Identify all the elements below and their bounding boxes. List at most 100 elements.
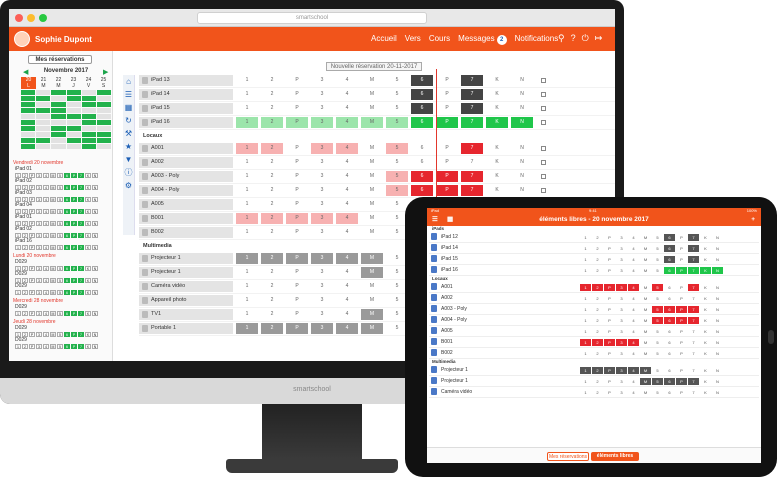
- reservation-item[interactable]: iPad 01: [15, 166, 113, 173]
- maximize-dot[interactable]: [39, 14, 47, 22]
- time-slot[interactable]: 4: [336, 117, 358, 128]
- time-slot[interactable]: 1: [236, 213, 258, 224]
- tablet-time-slot[interactable]: P: [604, 328, 615, 335]
- close-dot[interactable]: [15, 14, 23, 22]
- tablet-time-slot[interactable]: 4: [628, 317, 639, 324]
- tablet-time-slot[interactable]: P: [676, 256, 687, 263]
- tools-icon[interactable]: ⚒: [123, 127, 134, 140]
- tablet-resource-row[interactable]: iPad 16 1 2 P 3 4 M 5 6 P 7 K N: [429, 265, 759, 276]
- tablet-resource-row[interactable]: A005 1 2 P 3 4 M 5 6 P 7 K N: [429, 326, 759, 337]
- calendar-cell[interactable]: [96, 90, 111, 95]
- resource-name[interactable]: iPad 15: [139, 103, 233, 114]
- time-slot[interactable]: N: [511, 103, 533, 114]
- tablet-time-slot[interactable]: 1: [580, 317, 591, 324]
- tablet-time-slot[interactable]: 2: [592, 267, 603, 274]
- time-slot[interactable]: 5: [386, 89, 408, 100]
- tablet-time-slot[interactable]: 5: [652, 328, 663, 335]
- tablet-time-slot[interactable]: 6: [664, 233, 675, 241]
- tablet-time-slot[interactable]: 4: [628, 295, 639, 302]
- tablet-time-slot[interactable]: 7: [688, 350, 699, 357]
- tablet-time-slot[interactable]: 6: [664, 295, 675, 302]
- calendar-cell[interactable]: [36, 114, 51, 119]
- tablet-time-slot[interactable]: 7: [688, 255, 699, 263]
- calendar-cell[interactable]: [81, 132, 96, 137]
- tablet-time-slot[interactable]: K: [700, 266, 711, 274]
- time-slot[interactable]: N: [511, 75, 533, 86]
- power-icon[interactable]: ⏻: [582, 33, 589, 44]
- time-slot[interactable]: 4: [336, 281, 358, 292]
- reservation-item[interactable]: D029: [15, 337, 113, 344]
- time-slot[interactable]: 3: [311, 213, 333, 224]
- info-icon[interactable]: ⓘ: [123, 166, 134, 179]
- time-slot[interactable]: 1: [236, 171, 258, 182]
- resource-name[interactable]: B002: [139, 227, 233, 238]
- tablet-time-slot[interactable]: 6: [664, 367, 675, 374]
- tablet-time-slot[interactable]: P: [604, 267, 615, 274]
- tablet-time-slot[interactable]: P: [676, 328, 687, 335]
- tablet-resource-row[interactable]: A004 - Poly 1 2 P 3 4 M 5 6 P 7 K N: [429, 315, 759, 326]
- calendar-cell[interactable]: [21, 132, 36, 137]
- tablet-time-slot[interactable]: 7: [688, 367, 699, 374]
- tablet-time-slot[interactable]: K: [700, 328, 711, 335]
- tablet-time-slot[interactable]: 5: [652, 350, 663, 357]
- tablet-time-slot[interactable]: M: [640, 389, 651, 396]
- star-icon[interactable]: ★: [123, 140, 134, 153]
- time-slot[interactable]: M: [361, 157, 383, 168]
- tablet-time-slot[interactable]: M: [640, 328, 651, 335]
- calendar-cell[interactable]: [81, 102, 96, 107]
- tablet-time-slot[interactable]: 6: [664, 316, 675, 324]
- tablet-resource-row[interactable]: A002 1 2 P 3 4 M 5 6 P 7 K N: [429, 293, 759, 304]
- tablet-resource-row[interactable]: B001 1 2 P 3 4 M 5 6 P 7 K N: [429, 337, 759, 348]
- tablet-time-slot[interactable]: M: [640, 284, 651, 291]
- time-slot[interactable]: M: [361, 143, 383, 154]
- settings-icon[interactable]: ⚙: [123, 179, 134, 192]
- time-slot[interactable]: N: [511, 157, 533, 168]
- reservation-item[interactable]: iPad 02: [15, 178, 113, 185]
- time-slot[interactable]: 5: [386, 103, 408, 114]
- time-slot[interactable]: P: [436, 157, 458, 168]
- tablet-time-slot[interactable]: P: [604, 389, 615, 396]
- calendar-cell[interactable]: [36, 120, 51, 125]
- calendar-cell[interactable]: [21, 144, 36, 149]
- time-slot[interactable]: M: [361, 89, 383, 100]
- tablet-resource-row[interactable]: A001 1 2 P 3 4 M 5 6 P 7 K N: [429, 282, 759, 293]
- resource-name[interactable]: A004 - Poly: [139, 185, 233, 196]
- tablet-time-slot[interactable]: 7: [688, 305, 699, 313]
- tablet-time-slot[interactable]: 3: [616, 267, 627, 274]
- calendar-cell[interactable]: [51, 144, 66, 149]
- tablet-time-slot[interactable]: P: [604, 256, 615, 263]
- tablet-time-slot[interactable]: K: [700, 306, 711, 313]
- calendar-cell[interactable]: [51, 126, 66, 131]
- tablet-time-slot[interactable]: N: [712, 328, 723, 335]
- tablet-time-slot[interactable]: 4: [628, 338, 639, 346]
- tablet-time-slot[interactable]: 6: [664, 339, 675, 346]
- calendar-cell[interactable]: [81, 114, 96, 119]
- time-slot[interactable]: M: [361, 253, 383, 264]
- tablet-time-slot[interactable]: M: [640, 245, 651, 252]
- time-slot[interactable]: 1: [236, 253, 258, 264]
- time-slot[interactable]: 7: [461, 103, 483, 114]
- row-checkbox[interactable]: [541, 120, 546, 125]
- calendar-cell[interactable]: [66, 102, 81, 107]
- tablet-time-slot[interactable]: 5: [652, 245, 663, 252]
- time-slot[interactable]: M: [361, 227, 383, 238]
- time-slot[interactable]: 4: [336, 267, 358, 278]
- calendar-cell[interactable]: [36, 96, 51, 101]
- time-slot[interactable]: 3: [311, 267, 333, 278]
- time-slot[interactable]: 7: [461, 185, 483, 196]
- tablet-resource-row[interactable]: Projecteur 112P34M56P7KN: [429, 376, 759, 387]
- tablet-resource-row[interactable]: Projecteur 112P34M56P7KN: [429, 365, 759, 376]
- time-slot[interactable]: 2: [261, 143, 283, 154]
- tablet-time-slot[interactable]: 5: [652, 316, 663, 324]
- tablet-time-slot[interactable]: N: [712, 266, 723, 274]
- time-slot[interactable]: 1: [236, 157, 258, 168]
- calendar-cell[interactable]: [66, 132, 81, 137]
- time-slot[interactable]: 2: [261, 295, 283, 306]
- next-month-icon[interactable]: ▶: [103, 68, 108, 76]
- time-slot[interactable]: 4: [336, 227, 358, 238]
- calendar-cell[interactable]: [66, 144, 81, 149]
- time-slot[interactable]: 1: [236, 185, 258, 196]
- time-slot[interactable]: 2: [261, 117, 283, 128]
- time-slot[interactable]: 7: [461, 75, 483, 86]
- time-slot[interactable]: 4: [336, 103, 358, 114]
